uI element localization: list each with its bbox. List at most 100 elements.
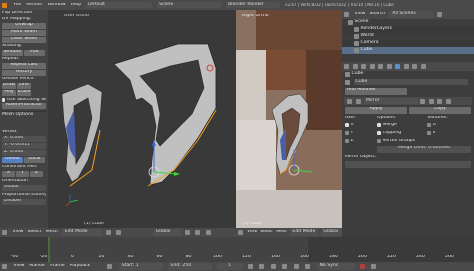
- select-menu-right[interactable]: Select: [260, 230, 273, 235]
- mark-seam-button[interactable]: Mark Seam: [2, 30, 46, 36]
- clear-seam-button[interactable]: Clear Seam: [2, 37, 46, 43]
- outliner-type-icon[interactable]: [344, 12, 349, 17]
- object-tab-icon[interactable]: [378, 64, 383, 69]
- vertex-groups-checkbox[interactable]: [377, 139, 381, 144]
- properties-type-icon[interactable]: [344, 64, 349, 69]
- close-icon[interactable]: [445, 98, 451, 104]
- outliner-display-select[interactable]: All Scenes: [389, 11, 434, 18]
- orientation-selector-right[interactable]: Global: [321, 229, 343, 236]
- sync-selector[interactable]: No Sync: [316, 263, 355, 270]
- next-key-icon[interactable]: [293, 264, 299, 269]
- flat-button[interactable]: Flat: [24, 50, 45, 56]
- axis-z-checkbox[interactable]: [345, 139, 349, 144]
- mesh-canvas-left[interactable]: [48, 10, 236, 228]
- clipping-checkbox[interactable]: [377, 131, 381, 136]
- pin-icon[interactable]: [345, 72, 350, 77]
- axis-y-checkbox[interactable]: [345, 131, 349, 136]
- axis-x-toggle[interactable]: X: [2, 171, 15, 177]
- line-button[interactable]: Line: [17, 83, 31, 89]
- data-tab-icon[interactable]: [403, 64, 409, 69]
- timeline-playback-menu[interactable]: Playback: [70, 264, 91, 269]
- view-menu[interactable]: View: [13, 230, 24, 235]
- render-toggle-icon[interactable]: [420, 98, 425, 104]
- timeline-marker-menu[interactable]: Marker: [29, 264, 45, 269]
- merge-checkbox[interactable]: [377, 123, 381, 128]
- range-toggle-icon[interactable]: [107, 264, 113, 269]
- unwrap-button[interactable]: Unwrap: [2, 23, 46, 29]
- edge-select-icon[interactable]: [195, 230, 201, 235]
- mesh-menu[interactable]: Mesh: [46, 230, 58, 235]
- poly-button[interactable]: Poly: [2, 90, 16, 96]
- viewport-user-ortho[interactable]: User Ortho (1) Cube: [48, 10, 236, 228]
- outliner-item-world[interactable]: World: [342, 33, 474, 40]
- proportional-select[interactable]: Disable: [2, 199, 46, 205]
- mode-selector-right[interactable]: Edit Mode: [290, 229, 319, 236]
- viewport-right-ortho[interactable]: Right Ortho (1) Cube: [236, 10, 342, 228]
- axis-z-toggle[interactable]: Z: [30, 171, 43, 177]
- editor-type-icon[interactable]: [2, 230, 7, 235]
- outliner-item-cube[interactable]: Cube: [342, 47, 474, 54]
- menu-file[interactable]: File: [14, 3, 22, 8]
- expand-icon[interactable]: [347, 98, 352, 104]
- prev-key-icon[interactable]: [259, 264, 265, 269]
- keying-set-icon[interactable]: [371, 264, 377, 269]
- draw-button[interactable]: Draw: [2, 83, 16, 89]
- world-tab-icon[interactable]: [369, 64, 375, 69]
- render-engine[interactable]: Blender Render: [226, 1, 281, 9]
- constraints-tab-icon[interactable]: [386, 64, 392, 69]
- menu-render[interactable]: Render: [26, 3, 42, 8]
- vertex-z-field[interactable]: Z: 0.000: [2, 150, 46, 156]
- ruler-button[interactable]: Ruler/Protractor: [2, 103, 46, 109]
- texture-u-checkbox[interactable]: [427, 123, 431, 128]
- current-frame-field[interactable]: 1: [216, 263, 243, 270]
- object-name-field[interactable]: Cube: [353, 78, 468, 86]
- orientation-select[interactable]: Global: [2, 185, 46, 191]
- apply-button[interactable]: Apply: [345, 107, 407, 114]
- orientation-selector[interactable]: Global: [152, 229, 181, 236]
- repeat-last-button[interactable]: Repeat Last: [2, 63, 46, 69]
- material-tab-icon[interactable]: [412, 64, 417, 69]
- jump-end-icon[interactable]: [305, 264, 311, 269]
- menu-help[interactable]: Help: [71, 3, 81, 8]
- vertex-y-field[interactable]: Y: -0.00311: [2, 143, 46, 149]
- select-menu[interactable]: Select: [27, 230, 41, 235]
- history-button[interactable]: History: [2, 70, 46, 76]
- modifier-tab-icon[interactable]: [395, 64, 400, 69]
- axis-y-toggle[interactable]: Y: [16, 171, 29, 177]
- face-select-icon[interactable]: [205, 230, 211, 235]
- outliner-view-menu[interactable]: View: [355, 12, 366, 17]
- scene-tab-icon[interactable]: [361, 64, 366, 69]
- mesh-options-header[interactable]: Mesh Options: [2, 111, 46, 120]
- mesh-canvas-right[interactable]: [236, 10, 342, 228]
- viewport-toggle-icon[interactable]: [428, 98, 434, 104]
- mirror-object-field[interactable]: [345, 161, 471, 169]
- smooth-button[interactable]: Smooth: [2, 50, 23, 56]
- search-icon[interactable]: [437, 12, 443, 17]
- layout-selector[interactable]: Default: [86, 1, 153, 9]
- blender-icon[interactable]: [2, 2, 7, 8]
- menu-window[interactable]: Window: [48, 3, 66, 8]
- record-icon[interactable]: [359, 264, 365, 269]
- play-icon[interactable]: [282, 264, 288, 269]
- timeline[interactable]: -40 -20 0 20 40 60 80 100 120 140 160 18…: [0, 237, 474, 262]
- erase-button[interactable]: Erase: [17, 90, 31, 96]
- editmode-toggle-icon[interactable]: [437, 98, 442, 104]
- scene-selector[interactable]: Scene: [157, 1, 222, 9]
- render-tab-icon[interactable]: [352, 64, 358, 69]
- shading-icon[interactable]: [105, 230, 111, 235]
- outliner-search-menu[interactable]: Search: [369, 12, 385, 17]
- outliner-item-scene[interactable]: Scene: [342, 19, 474, 26]
- timeline-type-icon[interactable]: [2, 264, 7, 269]
- mode-selector[interactable]: Edit Mode: [61, 229, 102, 236]
- jump-start-icon[interactable]: [247, 264, 253, 269]
- axis-x-checkbox[interactable]: [345, 123, 349, 128]
- texture-v-checkbox[interactable]: [427, 131, 431, 136]
- view-menu-right[interactable]: View: [247, 230, 257, 235]
- end-frame-field[interactable]: End: 250: [167, 263, 212, 270]
- local-toggle[interactable]: Local: [24, 157, 45, 163]
- copy-button[interactable]: Copy: [409, 107, 471, 114]
- global-toggle[interactable]: Global: [2, 157, 23, 163]
- vertex-x-field[interactable]: X: 0.000: [2, 136, 46, 142]
- add-modifier-button[interactable]: Add Modifier: [345, 88, 407, 95]
- mesh-menu-right[interactable]: Mesh: [276, 230, 287, 235]
